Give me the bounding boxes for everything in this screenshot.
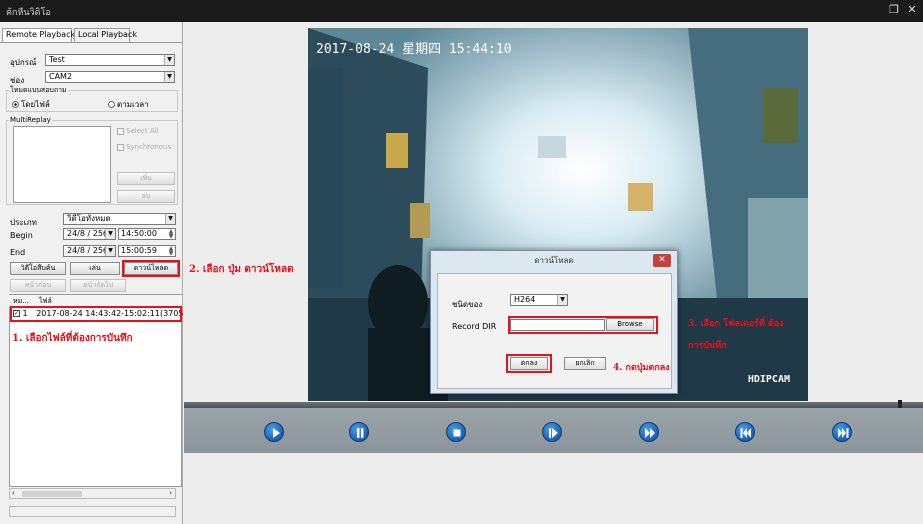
file-highlight [10, 306, 182, 322]
annotation-step3: 3. เลือก โฟลเดอร์ที่ ต้อง [688, 319, 784, 329]
status-bar [9, 506, 176, 517]
scroll-left-icon[interactable]: ‹ [12, 489, 15, 497]
checkbox-icon [117, 143, 124, 151]
close-icon[interactable]: ✕ [906, 4, 918, 16]
fast-forward-icon[interactable] [639, 422, 659, 442]
end-time[interactable]: 15:00:59 ▲ ▼ [118, 245, 176, 257]
step-forward-icon[interactable] [542, 422, 562, 442]
ok-highlight [506, 354, 552, 373]
radio-selected-icon [12, 101, 19, 108]
end-date[interactable]: 24/8 / 256 ▼ [63, 245, 116, 257]
file-list[interactable] [9, 294, 182, 487]
radio-by-time[interactable]: ตามเวลา [108, 98, 149, 111]
horizontal-scrollbar[interactable]: ‹ › [9, 488, 176, 499]
next-page-button[interactable]: หน้าถัดไป [70, 279, 126, 292]
add-button[interactable]: เพิ่ม [117, 172, 175, 185]
dialog-type-select[interactable]: H264 ▼ [510, 294, 568, 306]
type-label: ประเภท [10, 218, 37, 227]
browse-highlight [508, 316, 658, 334]
stop-icon[interactable] [446, 422, 466, 442]
spinner-icon[interactable]: ▲ ▼ [167, 246, 175, 257]
tab-divider [0, 42, 183, 43]
record-dir-label: Record DIR [452, 322, 497, 331]
device-label: อุปกรณ์ [10, 58, 37, 67]
channel-value: CAM2 [49, 72, 73, 81]
device-value: Test [49, 55, 65, 64]
restore-icon[interactable]: ❐ [888, 4, 900, 16]
begin-time[interactable]: 14:50:00 ▲ ▼ [118, 228, 176, 240]
begin-date[interactable]: 24/8 / 256 ▼ [63, 228, 116, 240]
close-icon[interactable]: ✕ [653, 254, 671, 267]
video-brand: HDIPCAM [747, 374, 790, 385]
radio-unselected-icon [108, 101, 115, 108]
end-date-value: 24/8 / 256 [67, 246, 109, 255]
device-select[interactable]: Test ▼ [45, 54, 175, 66]
begin-time-value: 14:50:00 [121, 229, 157, 238]
dialog-type-label: ชนิดของ [452, 300, 483, 309]
select-all-checkbox[interactable]: Select All [117, 127, 159, 135]
checkbox-icon [117, 127, 124, 135]
dialog-type-value: H264 [514, 295, 536, 304]
rewind-icon[interactable] [735, 422, 755, 442]
spinner-icon[interactable]: ▲ ▼ [167, 229, 175, 240]
mode-group-title: โหมดแบบสอบถาม [9, 85, 68, 96]
next-icon[interactable] [832, 422, 852, 442]
chevron-down-icon: ▼ [164, 72, 174, 82]
pause-icon[interactable] [349, 422, 369, 442]
tab-local-playback[interactable]: Local Playback [74, 28, 137, 42]
play-icon[interactable] [264, 422, 284, 442]
annotation-step4: 4. กดปุ่มตกลง [613, 363, 670, 373]
synchronous-checkbox[interactable]: Synchronous [117, 143, 171, 151]
window-title: ค้กหืนวิดิโอ [6, 8, 51, 18]
download-highlight [122, 260, 180, 277]
end-time-value: 15:00:59 [121, 246, 157, 255]
chevron-down-icon: ▼ [164, 55, 174, 65]
begin-date-value: 24/8 / 256 [67, 229, 109, 238]
annotation-step2: 2. เลือก ปุ่ม ดาวน์โหลด [189, 264, 294, 275]
dialog-body: ชนิดของ H264 ▼ Record DIR Browse ตกลง ยกเ… [437, 273, 672, 389]
radio-by-time-label: ตามเวลา [117, 100, 149, 109]
prev-page-button[interactable]: หน้าก่อน [10, 279, 66, 292]
chevron-down-icon: ▼ [557, 295, 567, 305]
radio-by-file-label: โดยไฟล์ [21, 100, 50, 109]
channel-select[interactable]: CAM2 ▼ [45, 71, 175, 83]
cancel-button[interactable]: ยกเลิก [564, 357, 606, 370]
video-timestamp: 2017-08-24 星期四 15:44:10 [316, 42, 512, 57]
type-value: วิดีโอทั้งหมด [67, 214, 111, 223]
synchronous-label: Synchronous [126, 143, 172, 151]
end-label: End [10, 248, 26, 257]
scroll-right-icon[interactable]: › [169, 489, 172, 497]
delete-button[interactable]: ลบ [117, 190, 175, 203]
search-panel: Remote Playback Local Playback อุปกรณ์ T… [0, 22, 199, 524]
multireplay-title: MultiReplay [9, 116, 52, 124]
chevron-down-icon: ▼ [165, 214, 175, 224]
tab-remote-playback[interactable]: Remote Playback [2, 28, 75, 42]
title-bar: ค้กหืนวิดิโอ ❐ ✕ [0, 0, 923, 22]
type-select[interactable]: วิดีโอทั้งหมด ▼ [63, 213, 176, 225]
dialog-title: ดาวน์โหลด [534, 256, 574, 265]
chevron-down-icon: ▼ [105, 229, 115, 239]
begin-label: Begin [10, 231, 33, 240]
play-button[interactable]: เล่น [70, 262, 120, 275]
multireplay-list[interactable] [13, 126, 111, 203]
download-dialog: ดาวน์โหลด ✕ ชนิดของ H264 ▼ Record DIR Bro… [430, 250, 678, 394]
scroll-thumb[interactable] [22, 491, 82, 497]
chevron-down-icon: ▼ [105, 246, 115, 256]
select-all-label: Select All [126, 127, 159, 135]
annotation-step3-cont: การบันทึก [688, 341, 727, 351]
search-video-button[interactable]: วิดีโอสืบค้น [10, 262, 66, 275]
annotation-step1: 1. เลือกไฟล์ที่ต้องการบันทึก [12, 333, 133, 344]
radio-by-file[interactable]: โดยไฟล์ [12, 98, 50, 111]
